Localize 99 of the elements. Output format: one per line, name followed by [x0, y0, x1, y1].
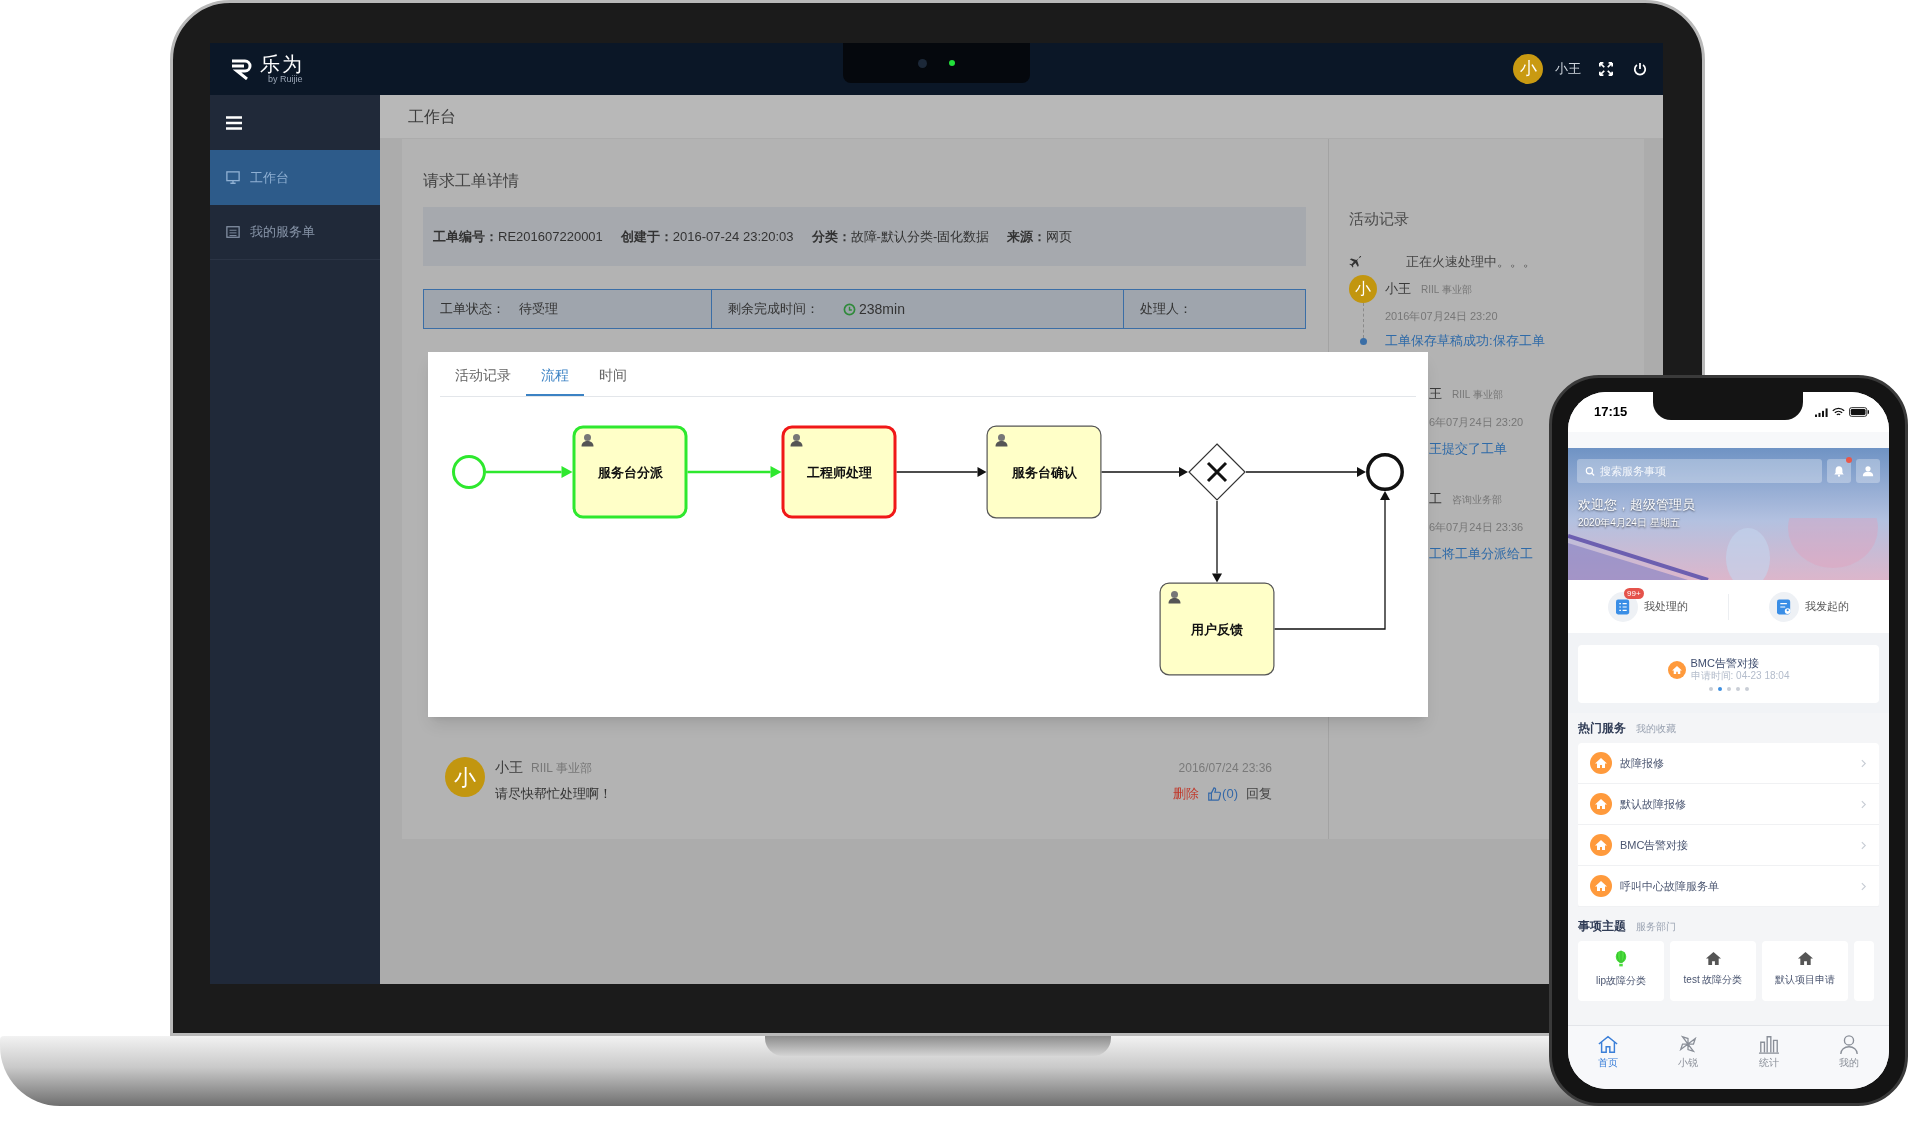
document-icon — [1777, 598, 1791, 615]
chevron-right-icon — [1861, 881, 1867, 891]
task-label: 服务台分派 — [597, 465, 663, 480]
search-bar[interactable]: 搜索服务事项 — [1577, 459, 1822, 483]
status-message: 正在火速处理中。。。 — [1406, 253, 1536, 272]
status-time: 17:15 — [1594, 403, 1628, 422]
comment-text: 请尽快帮忙处理啊！ — [495, 785, 612, 803]
battery-icon — [1849, 407, 1869, 417]
chevron-right-icon — [1861, 758, 1867, 768]
activity-author: 王 — [1429, 385, 1442, 404]
field-value: 网页 — [1046, 227, 1073, 246]
user-avatar: 小 — [1513, 54, 1543, 84]
tab-bar-item[interactable]: 统计 — [1728, 1026, 1809, 1089]
bell-icon — [1833, 465, 1845, 477]
section-tab[interactable]: 热门服务 — [1578, 719, 1626, 737]
dialog-tab[interactable]: 时间 — [584, 356, 642, 396]
page-title: 工作台 — [380, 95, 1663, 138]
notification-button[interactable] — [1827, 459, 1851, 483]
count-badge: 99+ — [1624, 587, 1644, 599]
dialog-tab[interactable]: 活动记录 — [440, 356, 526, 396]
wifi-icon — [1832, 407, 1845, 417]
monitor-icon — [226, 170, 240, 185]
topic-card[interactable]: 默认项目申请 — [1762, 941, 1848, 1001]
section-tab[interactable]: 事项主题 — [1578, 917, 1626, 935]
clock-icon — [843, 302, 856, 316]
user-avatar: 小 — [445, 757, 485, 797]
house-icon — [1590, 752, 1612, 774]
list-icon — [1616, 598, 1630, 615]
house-icon — [1667, 660, 1686, 679]
field-value: 2016-07-24 23:20:03 — [672, 227, 794, 246]
house-icon — [1590, 834, 1612, 856]
dialog-tab[interactable]: 流程 — [526, 356, 584, 396]
task-label: 工程师处理 — [806, 465, 872, 480]
balloon-icon — [1614, 950, 1628, 967]
sidebar-item[interactable]: 工作台 — [210, 150, 380, 205]
search-field[interactable]: 搜索服务事项 — [1600, 462, 1814, 480]
section-title: 请求工单详情 — [423, 171, 520, 191]
status-value: 待受理 — [519, 300, 558, 319]
status-label: 剩余完成时间： — [728, 300, 819, 319]
service-row[interactable]: 呼叫中心故障服务单 — [1578, 866, 1879, 907]
expand-icon[interactable] — [1599, 62, 1613, 76]
menu-icon[interactable] — [226, 115, 242, 130]
house-icon — [1590, 793, 1612, 815]
person-icon — [1837, 1034, 1860, 1055]
thumbs-up-icon — [1207, 786, 1222, 801]
person-icon — [995, 434, 1008, 447]
topic-card[interactable]: test 故障分类 — [1670, 941, 1756, 1001]
field-value: 故障-默认分类-固化数据 — [850, 227, 990, 246]
panel-title: 活动记录 — [1349, 209, 1410, 229]
user-icon — [1862, 465, 1874, 477]
topic-card[interactable]: lip故障分类 — [1578, 941, 1664, 1001]
person-icon — [581, 434, 594, 447]
house-icon — [1704, 950, 1722, 966]
field-label: 来源： — [1007, 227, 1047, 246]
comment-time: 2016/07/24 23:36 — [1178, 759, 1272, 777]
power-icon[interactable] — [1633, 62, 1647, 76]
person-icon — [790, 434, 803, 447]
field-label: 分类： — [811, 227, 851, 246]
reply-button[interactable]: 回复 — [1246, 784, 1272, 804]
user-avatar: 小 — [1349, 275, 1377, 303]
house-icon — [1796, 950, 1814, 966]
field-value: RE201607220001 — [498, 227, 603, 246]
airplane-icon — [1349, 255, 1362, 269]
service-row[interactable]: 故障报修 — [1578, 743, 1879, 784]
activity-author: 工 — [1429, 490, 1442, 509]
logo-icon — [230, 58, 254, 80]
request-card[interactable]: BMC告警对接 申请时间: 04-23 18:04 — [1578, 645, 1879, 703]
chevron-right-icon — [1861, 799, 1867, 809]
bar-chart-icon — [1757, 1034, 1780, 1055]
logo-text: 乐为 — [260, 54, 304, 74]
field-label: 工单编号： — [433, 227, 498, 246]
person-icon — [1168, 591, 1181, 604]
tab-bar-item[interactable]: 首页 — [1568, 1026, 1649, 1089]
shortcut-button[interactable]: 我发起的 — [1729, 591, 1889, 622]
task-label: 服务台确认 — [1011, 465, 1077, 480]
task-label: 用户反馈 — [1191, 622, 1243, 637]
comment-author: 小王 — [495, 758, 523, 777]
activity-author: 小王 — [1385, 280, 1411, 299]
signal-icon — [1815, 407, 1828, 417]
house-icon — [1590, 875, 1612, 897]
date-text: 2020年4月24日 星期五 — [1578, 515, 1680, 530]
service-row[interactable]: BMC告警对接 — [1578, 825, 1879, 866]
profile-button[interactable] — [1856, 459, 1880, 483]
house-icon — [1597, 1034, 1620, 1055]
status-label: 处理人： — [1140, 300, 1192, 319]
logo-tagline: by Ruijie — [267, 74, 304, 84]
status-value: 238min — [859, 299, 905, 319]
tab-bar-item[interactable]: 我的 — [1808, 1026, 1889, 1089]
search-icon — [1585, 465, 1596, 477]
chevron-right-icon — [1861, 840, 1867, 850]
greeting-text: 欢迎您，超级管理员 — [1578, 496, 1696, 514]
field-label: 创建于： — [620, 227, 673, 246]
request-time: 申请时间: 04-23 18:04 — [1690, 670, 1790, 682]
user-name[interactable]: 小王 — [1555, 59, 1581, 79]
request-title: BMC告警对接 — [1690, 657, 1760, 670]
status-label: 工单状态： — [440, 300, 505, 319]
list-icon — [226, 225, 240, 239]
service-row[interactable]: 默认故障报修 — [1578, 784, 1879, 825]
tab-bar-item[interactable]: 小锐 — [1648, 1026, 1729, 1089]
